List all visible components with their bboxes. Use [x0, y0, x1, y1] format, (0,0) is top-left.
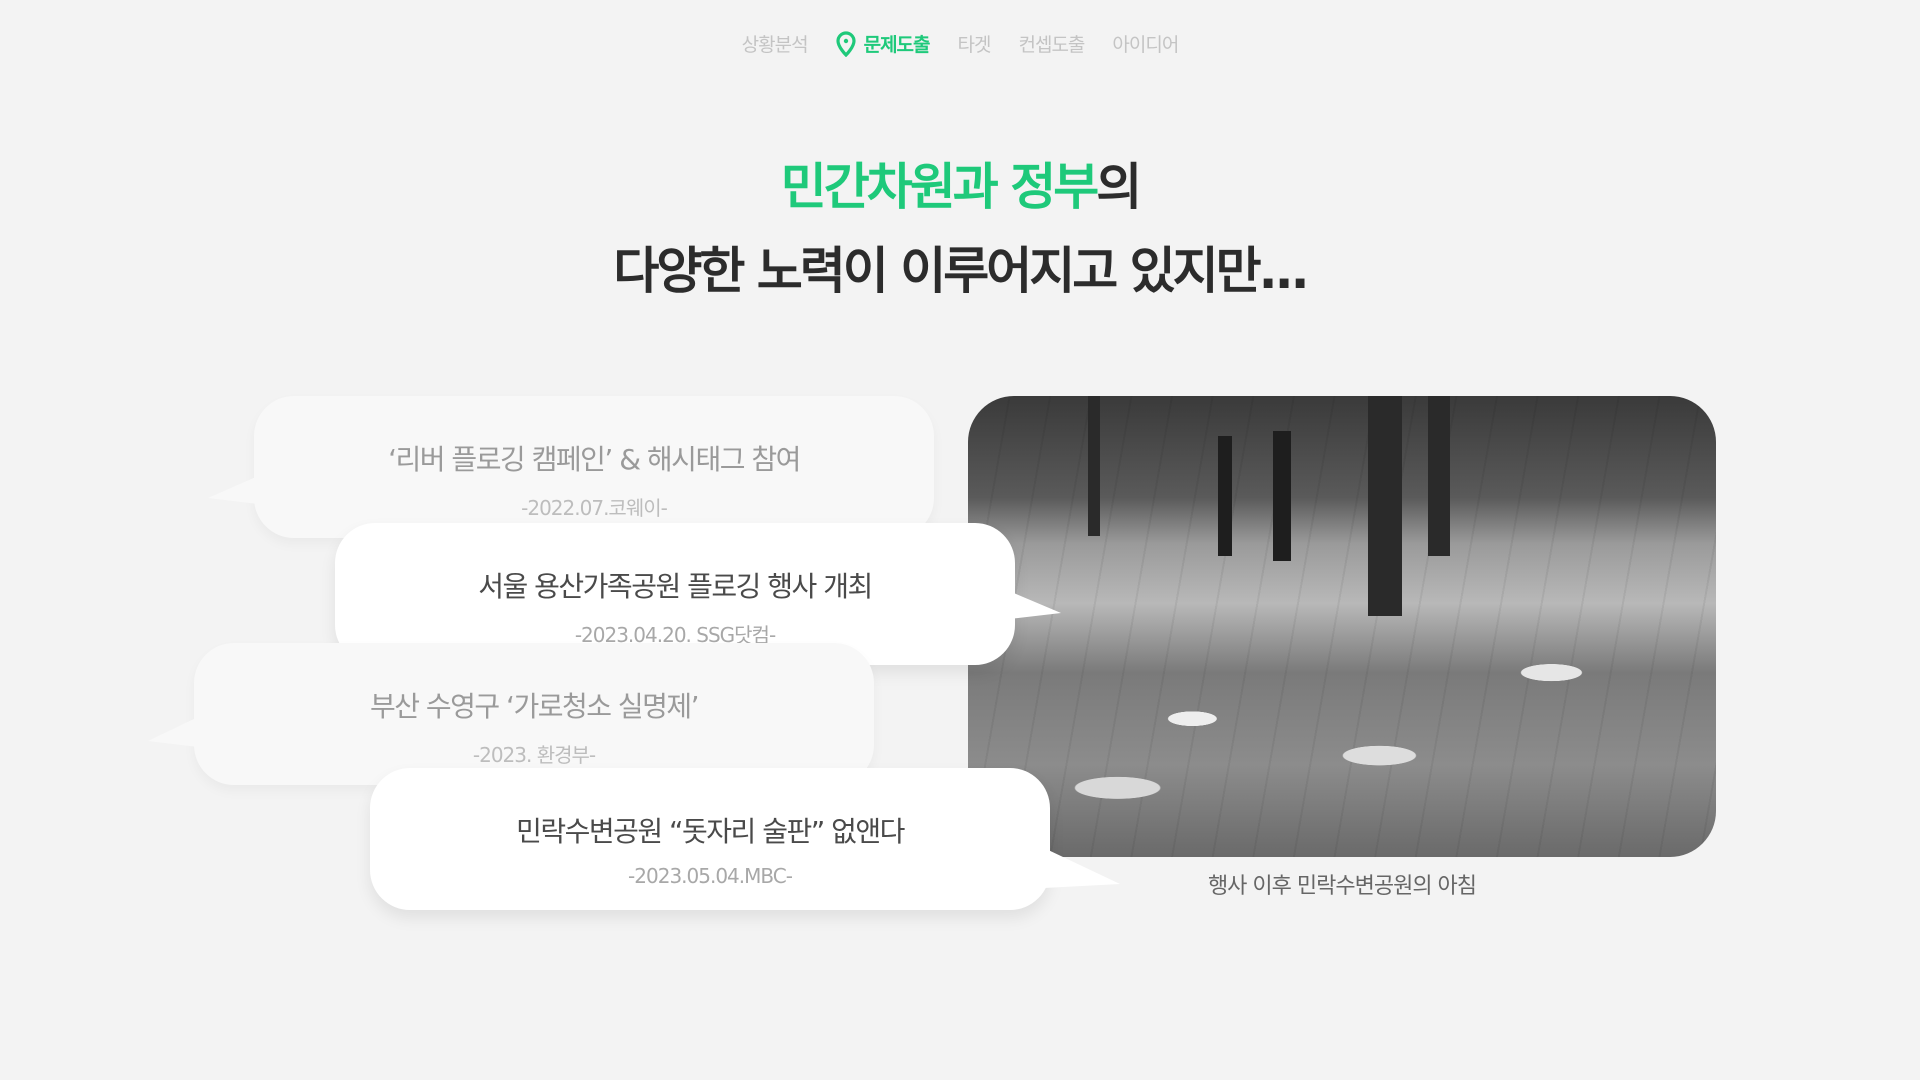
nav-item-situation-analysis[interactable]: 상황분석 — [741, 30, 809, 57]
news-source: -2023.05.04.MBC- — [628, 864, 793, 888]
map-pin-icon — [835, 30, 856, 57]
news-bubble: 부산 수영구 ‘가로청소 실명제’ -2023. 환경부- — [148, 643, 874, 785]
nav-item-idea[interactable]: 아이디어 — [1112, 30, 1179, 57]
nav-label: 컨셉도출 — [1018, 34, 1085, 56]
news-bubble: ‘리버 플로깅 캠페인’ & 해시태그 참여 -2022.07.코웨이- — [208, 396, 934, 538]
title-highlight: 민간차원과 정부 — [780, 158, 1099, 216]
news-headline: 민락수변공원 “돗자리 술판” 없앤다 — [516, 815, 905, 848]
title-rest: 의 — [1096, 158, 1142, 216]
news-source: -2023. 환경부- — [472, 743, 596, 767]
nav-label: 문제도출 — [863, 34, 931, 56]
nav-label: 아이디어 — [1112, 34, 1179, 56]
nav-label: 타겟 — [957, 34, 992, 56]
page-title: 민간차원과 정부의 다양한 노력이 이루어지고 있지만... — [0, 145, 1920, 313]
nav-item-concept[interactable]: 컨셉도출 — [1018, 30, 1085, 57]
news-headline: 서울 용산가족공원 플로깅 행사 개최 — [478, 570, 873, 603]
nav-item-problem-definition[interactable]: 문제도출 — [835, 30, 931, 57]
nav-label: 상황분석 — [741, 34, 809, 56]
news-source: -2022.07.코웨이- — [521, 496, 668, 520]
title-line-2: 다양한 노력이 이루어지고 있지만... — [613, 242, 1309, 300]
title-line-1: 민간차원과 정부의 — [0, 145, 1920, 229]
park-litter-photo — [968, 396, 1716, 857]
news-bubble: 민락수변공원 “돗자리 술판” 없앤다 -2023.05.04.MBC- — [370, 768, 1120, 910]
news-headline: ‘리버 플로깅 캠페인’ & 해시태그 참여 — [388, 443, 801, 476]
step-navigation: 상황분석 문제도출 타겟 컨셉도출 아이디어 — [0, 30, 1920, 57]
news-headline: 부산 수영구 ‘가로청소 실명제’ — [369, 690, 700, 723]
nav-item-target[interactable]: 타겟 — [957, 30, 992, 57]
